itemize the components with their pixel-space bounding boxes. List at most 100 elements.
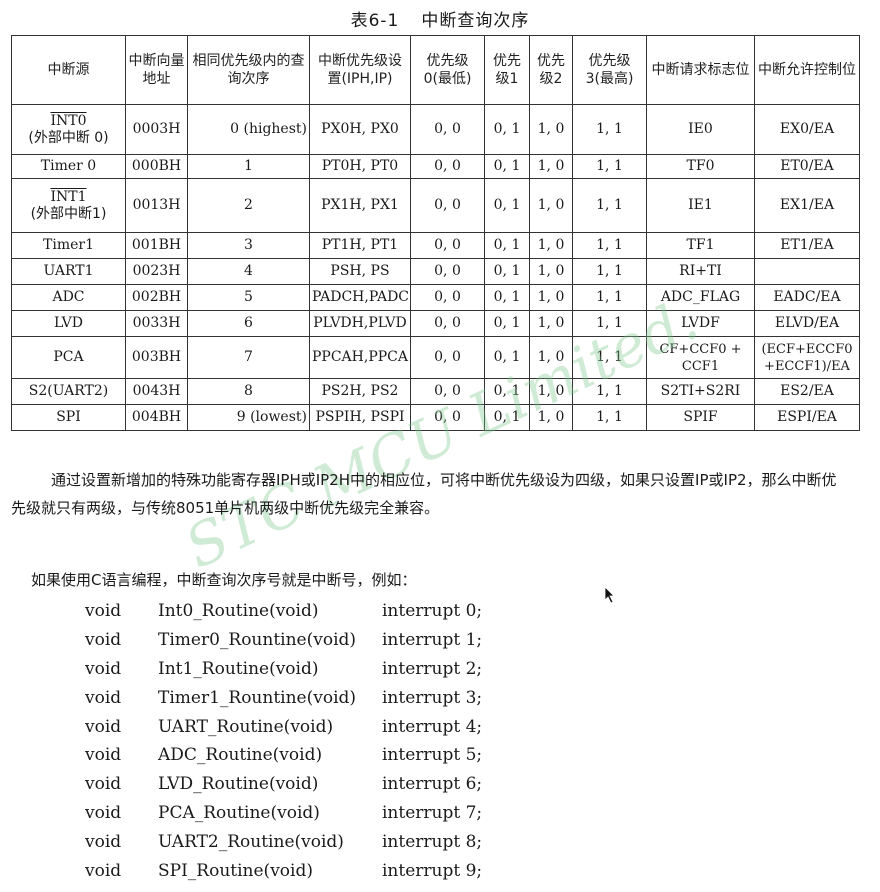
p0-cell: 0, 0	[410, 232, 485, 259]
code-interrupt: interrupt 6;	[382, 774, 483, 795]
flag-cell: TF0	[646, 154, 755, 179]
p3-cell: 1, 1	[572, 154, 647, 179]
enable-cell: EADC/EA	[754, 284, 860, 311]
flag-cell: ADC_FLAG	[646, 284, 755, 311]
code-interrupt: interrupt 8;	[382, 832, 483, 853]
source-name: S2(UART2)	[28, 383, 109, 399]
order-cell: 2	[187, 178, 310, 233]
order-cell: 1	[187, 154, 310, 179]
p0-cell: 0, 0	[410, 178, 485, 233]
source-cell: Timer 0	[11, 154, 126, 179]
p3-cell: 1, 1	[572, 404, 647, 431]
code-type: void	[85, 716, 122, 737]
header-cell: 相同优先级内的查询次序	[187, 35, 310, 105]
code-type: void	[85, 658, 122, 679]
p3-cell: 1, 1	[572, 310, 647, 337]
addr-cell: 0043H	[125, 378, 188, 405]
table-caption: 表6-1 中断查询次序	[0, 6, 880, 31]
p2-cell: 1, 0	[529, 310, 573, 337]
code-interrupt: interrupt 5;	[382, 745, 483, 766]
code-function: LVD_Routine(void)	[158, 774, 319, 795]
p1-cell: 0, 1	[484, 310, 530, 337]
p1-cell: 0, 1	[484, 378, 530, 405]
enable-cell: EX0/EA	[754, 104, 860, 155]
header-cell: 优先级3(最高)	[572, 35, 647, 105]
source-cell: LVD	[11, 310, 126, 337]
header-cell: 中断请求标志位	[646, 35, 755, 105]
flag-cell: IE0	[646, 104, 755, 155]
p2-cell: 1, 0	[529, 178, 573, 233]
flag-cell: TF1	[646, 232, 755, 259]
p0-cell: 0, 0	[410, 284, 485, 311]
source-name: PCA	[53, 349, 84, 365]
source-subtitle: (外部中断1)	[30, 205, 107, 222]
table-row: S2(UART2) 0043H 8 PS2H, PS2 0, 0 0, 1 1, 0 1, 1…	[11, 378, 860, 405]
code-function: Timer0_Rountine(void)	[158, 629, 357, 650]
table-row: Timer1 001BH 3 PT1H, PT1 0, 0 0, 1 1, 0 1, 1 TF1…	[11, 232, 860, 259]
addr-cell: 0013H	[125, 178, 188, 233]
code-interrupt: interrupt 3;	[382, 687, 483, 708]
code-interrupt: interrupt 9;	[382, 861, 483, 882]
enable-cell: ES2/EA	[754, 378, 860, 405]
enable-cell: ELVD/EA	[754, 310, 860, 337]
p2-cell: 1, 0	[529, 378, 573, 405]
prio-cell: PS2H, PS2	[309, 378, 411, 405]
header-cell: 优先级2	[529, 35, 573, 105]
prio-cell: PADCH,PADC	[309, 284, 411, 311]
p1-cell: 0, 1	[484, 104, 530, 155]
code-interrupt: interrupt 2;	[382, 658, 483, 679]
table-row: INT1 (外部中断1) 0013H 2 PX1H, PX1 0, 0 0, 1 1, 0 1,…	[11, 178, 860, 233]
header-cell: 中断源	[11, 35, 126, 105]
header-cell: 中断允许控制位	[754, 35, 860, 105]
p1-cell: 0, 1	[484, 284, 530, 311]
mouse-pointer-icon	[604, 586, 615, 604]
paragraph-priority: 通过设置新增加的特殊功能寄存器IPH或IP2H中的相应位，可将中断优先级设为四级…	[11, 471, 837, 517]
p3-cell: 1, 1	[572, 284, 647, 311]
table-row: SPI 004BH 9 (lowest) PSPIH, PSPI 0, 0 0, 1 1, …	[11, 404, 860, 431]
table-row: LVD 0033H 6 PLVDH,PLVD 0, 0 0, 1 1, 0 1, 1 LVDF E…	[11, 310, 860, 337]
source-name: INT0	[50, 112, 87, 129]
addr-cell: 004BH	[125, 404, 188, 431]
flag-cell: RI+TI	[646, 258, 755, 285]
enable-cell: ET1/EA	[754, 232, 860, 259]
p3-cell: 1, 1	[572, 104, 647, 155]
paragraph-c-language: 如果使用C语言编程，中断查询次序号就是中断号，例如：	[31, 571, 417, 589]
code-type: void	[85, 687, 122, 708]
order-cell: 7	[187, 336, 310, 379]
p1-cell: 0, 1	[484, 258, 530, 285]
code-function: SPI_Routine(void)	[158, 861, 313, 882]
source-cell: ADC	[11, 284, 126, 311]
p1-cell: 0, 1	[484, 178, 530, 233]
p2-cell: 1, 0	[529, 336, 573, 379]
order-cell: 9 (lowest)	[187, 404, 310, 431]
source-name: ADC	[52, 289, 85, 305]
flag-cell: LVDF	[646, 310, 755, 337]
p2-cell: 1, 0	[529, 154, 573, 179]
table-number: 表6-1	[350, 11, 400, 31]
source-cell: INT1 (外部中断1)	[11, 178, 126, 233]
source-subtitle: (外部中断 0)	[28, 129, 109, 146]
order-cell: 5	[187, 284, 310, 311]
p0-cell: 0, 0	[410, 336, 485, 379]
p2-cell: 1, 0	[529, 232, 573, 259]
flag-cell: S2TI+S2RI	[646, 378, 755, 405]
prio-cell: PSH, PS	[309, 258, 411, 285]
code-type: void	[85, 832, 122, 853]
interrupt-table: 中断源 中断向量地址 相同优先级内的查询次序 中断优先级设置(IPH,IP) 优…	[11, 35, 860, 431]
addr-cell: 003BH	[125, 336, 188, 379]
order-cell: 4	[187, 258, 310, 285]
prio-cell: PX0H, PX0	[309, 104, 411, 155]
p2-cell: 1, 0	[529, 258, 573, 285]
code-function: Int1_Routine(void)	[158, 658, 319, 679]
p1-cell: 0, 1	[484, 404, 530, 431]
table-title: 中断查询次序	[421, 11, 530, 31]
code-function: PCA_Routine(void)	[158, 803, 320, 824]
p0-cell: 0, 0	[410, 310, 485, 337]
p0-cell: 0, 0	[410, 378, 485, 405]
order-cell: 8	[187, 378, 310, 405]
enable-cell: ESPI/EA	[754, 404, 860, 431]
code-type: void	[85, 861, 122, 882]
flag-cell: IE1	[646, 178, 755, 233]
p3-cell: 1, 1	[572, 258, 647, 285]
addr-cell: 000BH	[125, 154, 188, 179]
